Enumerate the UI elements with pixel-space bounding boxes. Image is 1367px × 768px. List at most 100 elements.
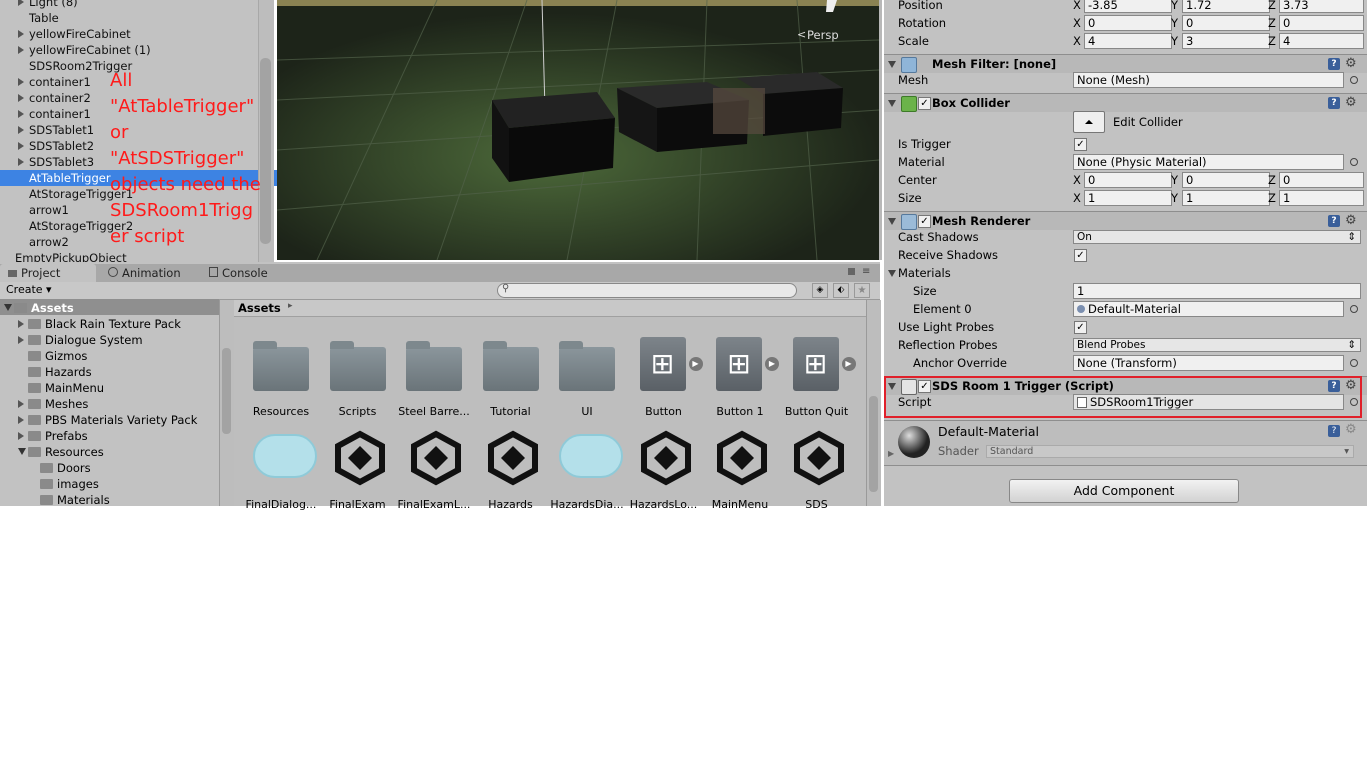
create-dropdown[interactable]: Create ▾ <box>6 283 54 297</box>
tree-item[interactable]: Assets <box>31 300 74 316</box>
center-y-field[interactable]: 0 <box>1182 172 1270 188</box>
tree-item[interactable]: Hazards <box>45 364 92 380</box>
asset-item[interactable]: ⊞ ▶ Button 1 <box>702 337 779 421</box>
hierarchy-item[interactable]: container1 <box>29 74 91 90</box>
object-picker-icon[interactable] <box>1350 158 1358 166</box>
is-trigger-checkbox[interactable]: ✓ <box>1074 138 1087 151</box>
search-input[interactable] <box>497 283 797 298</box>
expand-arrow-icon[interactable] <box>18 110 24 118</box>
tree-item[interactable]: Meshes <box>45 396 88 412</box>
tree-item[interactable]: images <box>57 476 99 492</box>
position-x-field[interactable]: -3.85 <box>1084 0 1172 13</box>
asset-item[interactable]: MainMenu <box>702 430 778 514</box>
reflection-probes-dropdown[interactable]: Blend Probes ⇕ <box>1073 338 1361 352</box>
size-y-field[interactable]: 1 <box>1182 190 1270 206</box>
mesh-field[interactable]: None (Mesh) <box>1073 72 1344 88</box>
cast-shadows-dropdown[interactable]: On ⇕ <box>1073 230 1361 244</box>
asset-item[interactable]: Tutorial <box>473 337 549 421</box>
center-x-field[interactable]: 0 <box>1084 172 1172 188</box>
asset-item[interactable]: FinalDialog... <box>243 430 319 514</box>
tree-item[interactable]: Doors <box>57 460 91 476</box>
play-icon[interactable]: ▶ <box>688 357 703 371</box>
position-y-field[interactable]: 1.72 <box>1182 0 1270 13</box>
foldout-icon[interactable] <box>888 100 896 107</box>
tree-scroll-thumb[interactable] <box>222 348 231 434</box>
tree-item[interactable]: Black Rain Texture Pack <box>45 316 181 332</box>
asset-item[interactable]: FinalExam <box>320 430 396 514</box>
object-picker-icon[interactable] <box>1350 305 1358 313</box>
expand-arrow-icon[interactable] <box>18 126 24 134</box>
light-probes-checkbox[interactable]: ✓ <box>1074 321 1087 334</box>
asset-item[interactable]: HazardsLo... <box>626 430 702 514</box>
add-component-button[interactable]: Add Component <box>1009 479 1239 503</box>
hierarchy-item[interactable]: container2 <box>29 90 91 106</box>
filter-type-icon[interactable]: ◈ <box>812 283 828 298</box>
hierarchy-item[interactable]: Table <box>29 10 59 26</box>
shader-dropdown[interactable]: Standard ▾ <box>986 445 1354 458</box>
hierarchy-item[interactable]: SDSTablet1 <box>29 122 94 138</box>
hierarchy-item[interactable]: container1 <box>29 106 91 122</box>
help-icon[interactable]: ? <box>1328 425 1340 437</box>
expand-arrow-icon[interactable] <box>18 0 24 6</box>
gear-icon[interactable]: ⚙ <box>1345 94 1357 112</box>
tree-item[interactable]: MainMenu <box>45 380 104 396</box>
expand-arrow-icon[interactable] <box>4 304 12 311</box>
asset-item[interactable]: FinalExamL... <box>396 430 472 514</box>
rotation-z-field[interactable]: 0 <box>1279 15 1364 31</box>
expand-arrow-icon[interactable] <box>18 320 24 328</box>
tree-item[interactable]: PBS Materials Variety Pack <box>45 412 197 428</box>
asset-item[interactable]: ⊞ ▶ Button <box>626 337 703 421</box>
tree-item[interactable]: Dialogue System <box>45 332 143 348</box>
position-z-field[interactable]: 3.73 <box>1279 0 1364 13</box>
hierarchy-item[interactable]: yellowFireCabinet (1) <box>29 42 151 58</box>
size-z-field[interactable]: 1 <box>1279 190 1364 206</box>
materials-row[interactable]: Materials <box>884 264 1367 282</box>
expand-arrow-icon[interactable] <box>18 400 24 408</box>
asset-item[interactable]: ⊞ ▶ Button Quit <box>779 337 856 421</box>
materials-size-field[interactable]: 1 <box>1073 283 1361 299</box>
menu-icon[interactable]: ≡ <box>862 266 870 277</box>
rotation-y-field[interactable]: 0 <box>1182 15 1270 31</box>
tab-project[interactable]: Project <box>8 264 60 282</box>
expand-icon[interactable]: ▶ <box>888 449 894 458</box>
persp-label[interactable]: Persp <box>807 28 839 42</box>
tab-console[interactable]: Console <box>209 264 268 282</box>
physic-material-field[interactable]: None (Physic Material) <box>1073 154 1344 170</box>
hierarchy-item[interactable]: SDSTablet2 <box>29 138 94 154</box>
hierarchy-item[interactable]: yellowFireCabinet <box>29 26 131 42</box>
asset-item[interactable]: SDS <box>779 430 855 514</box>
expand-arrow-icon[interactable] <box>18 30 24 38</box>
gear-icon[interactable]: ⚙ <box>1345 422 1357 437</box>
play-icon[interactable]: ▶ <box>765 357 779 371</box>
favorite-star-icon[interactable]: ★ <box>854 283 870 298</box>
help-icon[interactable]: ? <box>1328 215 1340 227</box>
tree-item[interactable]: Prefabs <box>45 428 88 444</box>
asset-item[interactable]: Resources <box>243 337 319 421</box>
mesh-renderer-enabled-checkbox[interactable]: ✓ <box>918 215 931 228</box>
size-x-field[interactable]: 1 <box>1084 190 1172 206</box>
expand-arrow-icon[interactable] <box>18 336 24 344</box>
asset-item[interactable]: UI <box>549 337 625 421</box>
tree-item[interactable]: Materials <box>57 492 110 508</box>
materials-foldout-icon[interactable] <box>888 270 896 277</box>
tree-scrollbar[interactable] <box>219 300 234 506</box>
hierarchy-item[interactable]: SDSTablet3 <box>29 154 94 170</box>
hierarchy-scroll-thumb[interactable] <box>260 58 271 244</box>
element0-field[interactable]: Default-Material <box>1073 301 1344 317</box>
scale-y-field[interactable]: 3 <box>1182 33 1270 49</box>
tree-item[interactable]: Gizmos <box>45 348 87 364</box>
play-icon[interactable]: ▶ <box>841 357 856 371</box>
hierarchy-item[interactable]: Light (8) <box>29 0 78 10</box>
object-picker-icon[interactable] <box>1350 359 1358 367</box>
box-collider-enabled-checkbox[interactable]: ✓ <box>918 97 931 110</box>
expand-arrow-icon[interactable] <box>18 158 24 166</box>
expand-arrow-icon[interactable] <box>18 432 24 440</box>
asset-item[interactable]: Steel Barre... <box>396 337 472 421</box>
lock-icon[interactable] <box>848 268 855 275</box>
object-picker-icon[interactable] <box>1350 76 1358 84</box>
scene-view[interactable]: Persp < <box>277 0 882 260</box>
center-z-field[interactable]: 0 <box>1279 172 1364 188</box>
tab-animation[interactable]: Animation <box>108 264 181 282</box>
expand-arrow-icon[interactable] <box>18 448 26 455</box>
help-icon[interactable]: ? <box>1328 58 1340 70</box>
